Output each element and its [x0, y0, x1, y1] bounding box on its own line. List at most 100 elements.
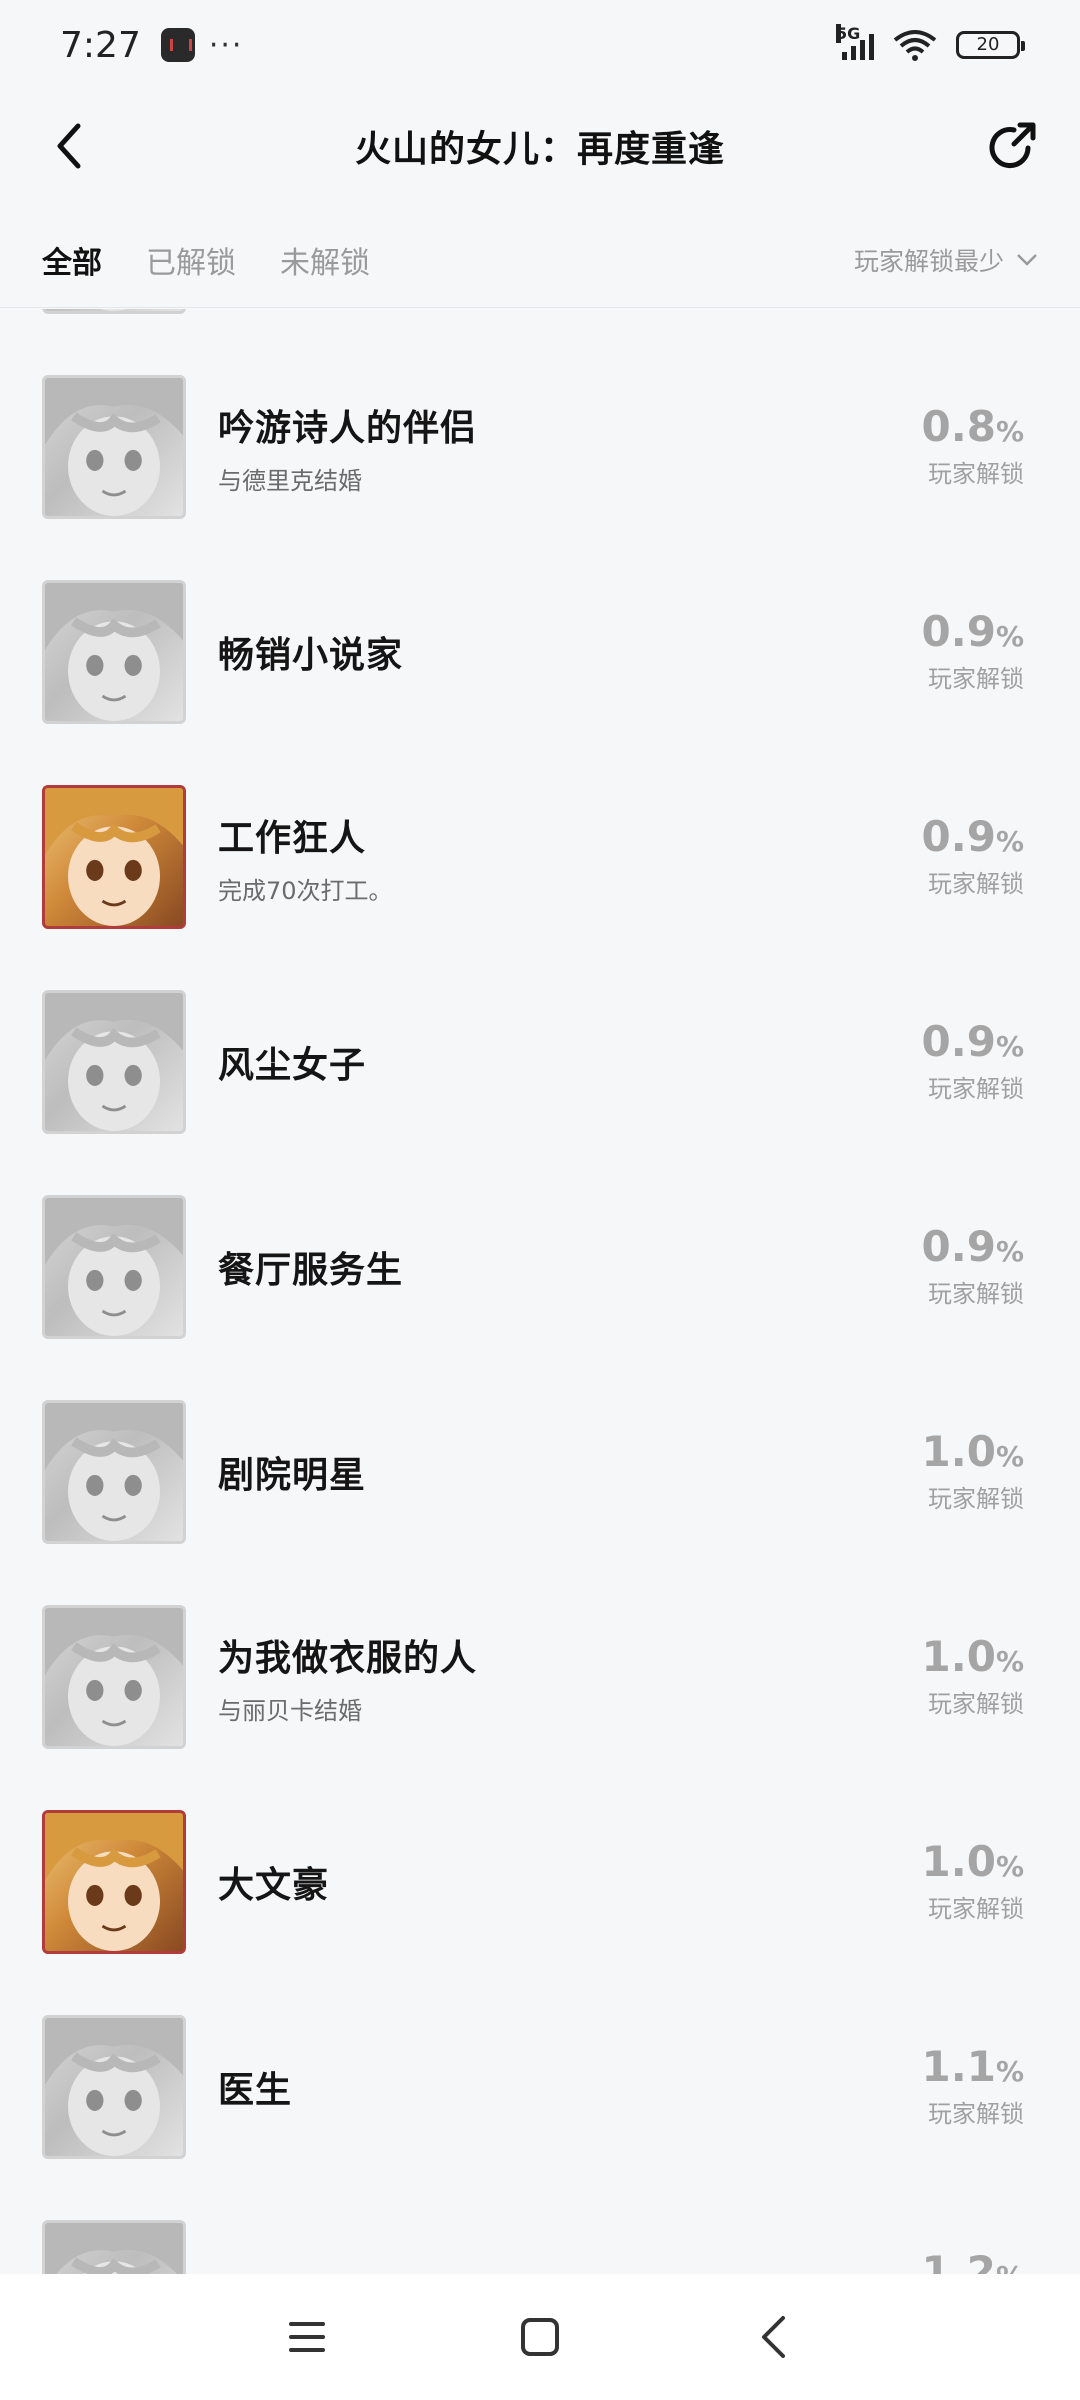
unlock-rate: 1.2%玩家解锁 — [922, 2220, 1024, 2274]
achievement-text: 畅销小说家 — [218, 580, 778, 724]
tab-unlocked[interactable]: 已解锁 — [146, 238, 236, 282]
unlock-rate: 1.1% 玩家解锁 — [922, 2015, 1024, 2159]
unlock-rate-caption: 玩家解锁 — [928, 2099, 1024, 2128]
achievement-row[interactable]: 风尘女子 0.9% 玩家解锁 — [0, 912, 1080, 1134]
unlock-rate: 0.9% 玩家解锁 — [922, 785, 1024, 929]
unlock-rate-line: 1.0% — [922, 1430, 1024, 1474]
unlock-rate-line: 0.9% — [922, 610, 1024, 654]
achievement-description: 完成70次打工。 — [218, 876, 393, 905]
achievement-row[interactable]: 工作狂人 完成70次打工。 0.9% 玩家解锁 — [0, 707, 1080, 929]
achievement-list[interactable]: 吟游诗人的伴侣 与德里克结婚 0.8% 玩家解锁 畅销小说家 0.9% 玩家解锁 工作狂人 完成… — [0, 309, 1080, 2274]
character-portrait-icon — [45, 378, 183, 516]
unlock-rate: 1.0% 玩家解锁 — [922, 1605, 1024, 1749]
home-button[interactable] — [510, 2307, 570, 2367]
unlock-rate: 0.9% 玩家解锁 — [922, 990, 1024, 1134]
page-title: 火山的女儿：再度重逢 — [354, 129, 725, 170]
achievement-text: 为我做衣服的人与丽贝卡结婚 — [218, 1605, 778, 1749]
unlock-rate-line: 1.2% — [922, 2250, 1024, 2274]
achievement-row[interactable]: 大文豪 1.0% 玩家解锁 — [0, 1732, 1080, 1954]
achievement-avatar-unlocked — [42, 785, 186, 929]
achievement-row[interactable]: 医生 1.1% 玩家解锁 — [0, 1937, 1080, 2159]
back-button[interactable] — [44, 122, 92, 170]
achievement-description: 与德里克结婚 — [218, 466, 362, 495]
unlock-rate-caption: 玩家解锁 — [928, 1689, 1024, 1718]
unlock-rate-value: 1.2 — [921, 2247, 996, 2274]
character-portrait-icon — [45, 2223, 183, 2274]
unlock-rate-unit: % — [995, 620, 1024, 654]
achievement-title: 风尘女子 — [218, 1045, 367, 1086]
chevron-down-icon — [1017, 254, 1037, 266]
unlock-rate-line: 1.0% — [922, 1635, 1024, 1679]
achievement-description: 与丽贝卡结婚 — [218, 1696, 362, 1725]
achievement-avatar-locked — [42, 2220, 186, 2274]
unlock-rate-value: 1.0 — [921, 1632, 996, 1682]
more-notifications-icon: ··· — [208, 27, 244, 63]
unlock-rate: 0.8% 玩家解锁 — [922, 375, 1024, 519]
battery-icon: 20 — [956, 31, 1025, 59]
achievement-row[interactable]: 畅销小说家 0.9% 玩家解锁 — [0, 502, 1080, 724]
unlock-rate-line: 0.9% — [922, 1020, 1024, 1064]
sort-dropdown[interactable]: 玩家解锁最少 — [854, 242, 1038, 278]
achievement-avatar-unlocked — [42, 1810, 186, 1954]
achievement-text: 工作狂人 完成70次打工。 — [218, 785, 778, 929]
achievement-title: 为我做衣服的人 — [218, 1637, 478, 1679]
unlock-rate: 0.9% 玩家解锁 — [922, 1195, 1024, 1339]
unlock-rate-line: 1.0% — [922, 1840, 1024, 1884]
unlock-rate-unit: % — [995, 825, 1024, 859]
character-portrait-icon — [45, 583, 183, 721]
achievement-avatar-locked — [42, 990, 186, 1134]
unlock-rate-value: 0.9 — [921, 812, 996, 862]
achievement-row[interactable]: 为我做衣服的人与丽贝卡结婚 1.0% 玩家解锁 — [0, 1527, 1080, 1749]
chevron-left-icon — [57, 123, 81, 169]
tab-locked[interactable]: 未解锁 — [280, 238, 370, 282]
menu-button[interactable] — [277, 2307, 337, 2367]
filter-tabs: 全部 已解锁 未解锁 玩家解锁最少 — [0, 212, 1080, 308]
unlock-rate-value: 1.0 — [921, 1837, 996, 1887]
character-portrait-icon — [45, 1813, 183, 1951]
achievement-avatar-locked — [42, 375, 186, 519]
achievement-row[interactable]: 剧院明星 1.0% 玩家解锁 — [0, 1322, 1080, 1544]
character-portrait-icon — [45, 788, 183, 926]
achievement-avatar-locked — [42, 580, 186, 724]
achievement-list-track: 吟游诗人的伴侣 与德里克结婚 0.8% 玩家解锁 畅销小说家 0.9% 玩家解锁 工作狂人 完成… — [0, 309, 1080, 2274]
unlock-rate-value: 1.1 — [921, 2042, 996, 2092]
share-icon — [989, 122, 1036, 169]
unlock-rate-caption: 玩家解锁 — [928, 664, 1024, 693]
unlock-rate-unit: % — [995, 1645, 1024, 1679]
character-portrait-icon — [45, 993, 183, 1131]
share-button[interactable] — [984, 118, 1040, 174]
tab-all[interactable]: 全部 — [42, 238, 102, 282]
sort-label: 玩家解锁最少 — [853, 247, 1004, 276]
achievement-text: 大文豪 — [218, 1810, 778, 1954]
achievement-row[interactable]: 1.2%玩家解锁 — [0, 2142, 1080, 2274]
unlock-rate-value: 0.8 — [921, 402, 996, 452]
home-square-icon — [520, 2318, 559, 2356]
character-portrait-icon — [45, 1198, 183, 1336]
unlock-rate-unit: % — [995, 2055, 1024, 2089]
character-portrait-icon — [45, 1403, 183, 1541]
system-back-button[interactable] — [743, 2307, 803, 2367]
unlock-rate: 1.0% 玩家解锁 — [922, 1810, 1024, 1954]
achievement-row[interactable]: 吟游诗人的伴侣 与德里克结婚 0.8% 玩家解锁 — [0, 309, 1080, 519]
unlock-rate-value: 1.0 — [921, 1427, 996, 1477]
unlock-rate: 1.0% 玩家解锁 — [922, 1400, 1024, 1544]
unlock-rate-unit: % — [995, 1030, 1024, 1064]
unlock-rate-caption: 玩家解锁 — [928, 1894, 1024, 1923]
back-triangle-icon — [762, 2316, 786, 2358]
unlock-rate-caption: 玩家解锁 — [928, 459, 1024, 488]
achievement-avatar-locked — [42, 2015, 186, 2159]
achievement-row[interactable]: 餐厅服务生 0.9% 玩家解锁 — [0, 1117, 1080, 1339]
achievement-title: 餐厅服务生 — [218, 1250, 404, 1291]
unlock-rate-unit: % — [995, 1850, 1024, 1884]
achievement-title: 大文豪 — [218, 1865, 330, 1906]
achievement-text: 剧院明星 — [218, 1400, 778, 1544]
unlock-rate-line: 0.9% — [922, 815, 1024, 859]
character-portrait-icon — [45, 2018, 183, 2156]
achievement-text: 餐厅服务生 — [218, 1195, 778, 1339]
achievement-text: 医生 — [218, 2015, 778, 2159]
achievement-text: 风尘女子 — [218, 990, 778, 1134]
unlock-rate-line: 0.8% — [922, 405, 1024, 449]
unlock-rate-value: 0.9 — [921, 1222, 996, 1272]
unlock-rate-caption: 玩家解锁 — [928, 869, 1024, 898]
unlock-rate-value: 0.9 — [921, 607, 996, 657]
